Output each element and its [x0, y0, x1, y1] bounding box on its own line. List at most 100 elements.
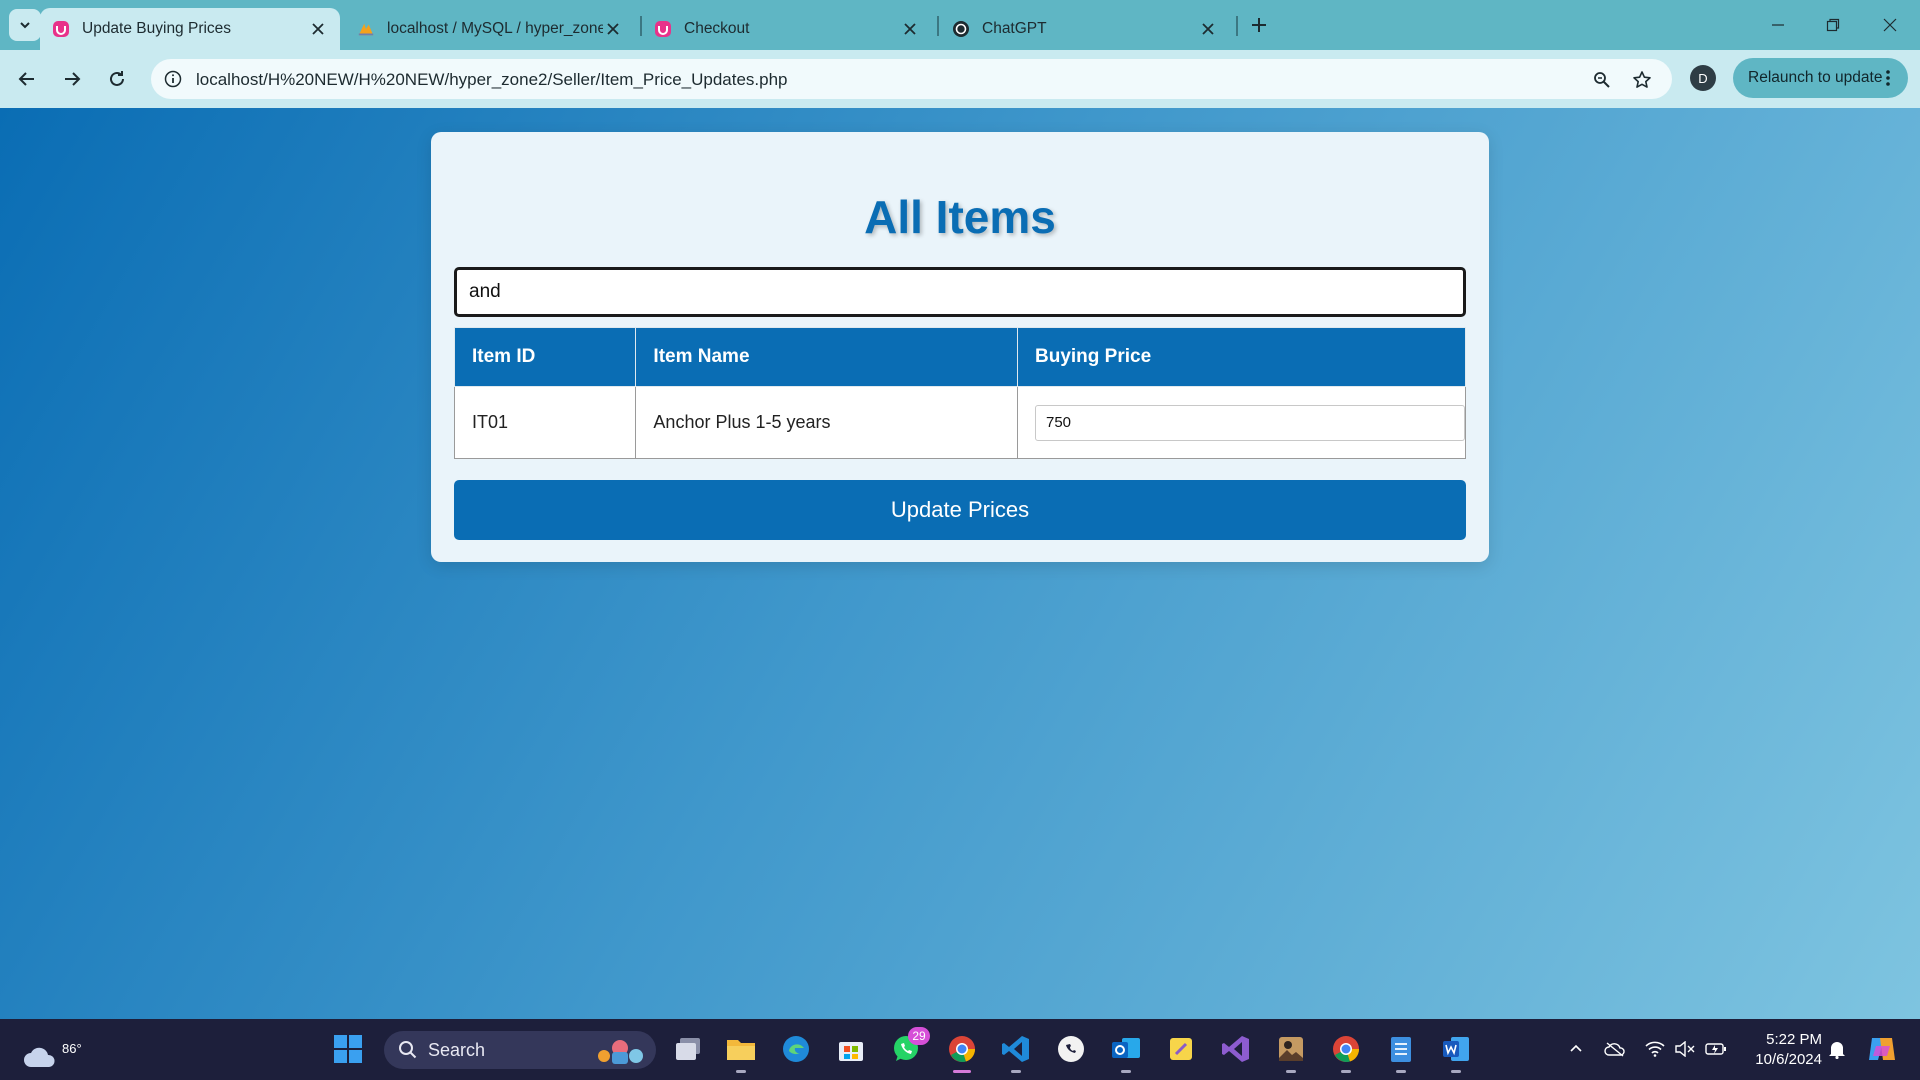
photos-app-button[interactable]	[1273, 1031, 1309, 1073]
running-indicator	[1286, 1070, 1296, 1073]
cloud-weather-icon	[24, 1047, 55, 1067]
chrome-icon	[949, 1036, 976, 1062]
folder-icon	[727, 1040, 755, 1060]
site-favicon-icon	[654, 20, 672, 38]
restore-icon	[1826, 18, 1840, 32]
tab-chatgpt[interactable]: ChatGPT	[940, 8, 1230, 50]
system-clock[interactable]: 5:22 PM 10/6/2024	[1742, 1030, 1822, 1070]
bell-icon	[1829, 1042, 1845, 1059]
chevron-down-icon	[20, 22, 30, 29]
close-icon[interactable]	[603, 19, 623, 39]
relaunch-update-button[interactable]: Relaunch to update	[1733, 58, 1908, 98]
minimize-icon	[1772, 24, 1784, 26]
show-hidden-icons-button[interactable]	[1562, 1035, 1590, 1063]
weather-widget[interactable]: 86°	[22, 1029, 82, 1073]
outlook-button[interactable]	[1108, 1031, 1144, 1073]
tab-checkout[interactable]: Checkout	[642, 8, 932, 50]
chrome-button[interactable]	[944, 1031, 980, 1073]
edge-button[interactable]	[778, 1031, 814, 1067]
tab-title: Update Buying Prices	[82, 20, 232, 37]
battery-tray-icon[interactable]	[1702, 1035, 1730, 1063]
search-input[interactable]	[454, 267, 1466, 317]
close-icon	[1883, 18, 1897, 32]
chatgpt-favicon-icon	[952, 20, 970, 38]
sticky-notes-button[interactable]	[1163, 1031, 1199, 1067]
chrome-profile-button[interactable]	[1328, 1031, 1364, 1073]
minimize-button[interactable]	[1758, 8, 1798, 42]
reload-button[interactable]	[100, 62, 134, 96]
whatsapp-button[interactable]: 29	[888, 1027, 930, 1067]
windows-logo-icon	[334, 1035, 362, 1063]
close-icon[interactable]	[308, 19, 328, 39]
tab-update-buying-prices[interactable]: Update Buying Prices	[40, 8, 340, 50]
running-indicator	[1011, 1070, 1021, 1073]
volume-tray-icon[interactable]	[1671, 1035, 1699, 1063]
wifi-tray-icon[interactable]	[1641, 1035, 1669, 1063]
update-prices-button[interactable]: Update Prices	[454, 480, 1466, 540]
clock-time: 5:22 PM	[1766, 1031, 1822, 1048]
site-info-icon[interactable]	[161, 67, 185, 91]
photo-app-icon	[1279, 1037, 1303, 1061]
running-indicator	[1451, 1070, 1461, 1073]
forward-button[interactable]	[55, 62, 89, 96]
vscode-icon	[1002, 1036, 1029, 1062]
page-background: All Items Item ID Item Name Buying Price…	[0, 108, 1920, 1019]
file-explorer-button[interactable]	[723, 1031, 759, 1073]
search-highlight-icon	[598, 1040, 643, 1064]
arrow-right-icon	[65, 72, 81, 86]
tab-separator	[1236, 16, 1238, 36]
close-icon[interactable]	[900, 19, 920, 39]
browser-toolbar: localhost/H%20NEW/H%20NEW/hyper_zone2/Se…	[0, 50, 1920, 108]
profile-avatar[interactable]: D	[1690, 65, 1716, 91]
reload-icon	[110, 71, 124, 86]
notepad-button[interactable]	[1383, 1031, 1419, 1073]
windows-taskbar: 86° Search 29 5:22 PM 10/6/2024	[0, 1019, 1920, 1080]
notification-badge: 29	[908, 1027, 930, 1045]
tab-title: localhost / MySQL / hyper_zone	[387, 20, 603, 37]
tab-phpmyadmin[interactable]: localhost / MySQL / hyper_zone	[345, 8, 635, 50]
buying-price-input[interactable]	[1035, 404, 1465, 441]
site-favicon-icon	[52, 20, 70, 38]
column-header-buying-price: Buying Price	[1017, 327, 1466, 387]
task-view-button[interactable]	[670, 1031, 706, 1067]
back-button[interactable]	[10, 62, 44, 96]
more-vertical-icon[interactable]	[1878, 68, 1898, 88]
new-tab-button[interactable]	[1245, 11, 1273, 39]
zoom-icon[interactable]	[1589, 67, 1615, 93]
running-indicator	[1341, 1070, 1351, 1073]
clock-date: 10/6/2024	[1755, 1051, 1822, 1068]
word-button[interactable]	[1438, 1031, 1474, 1073]
weather-temperature: 86°	[62, 1041, 82, 1056]
plus-icon	[1252, 18, 1266, 32]
wifi-icon	[1645, 1041, 1665, 1057]
battery-charging-icon	[1705, 1043, 1726, 1055]
running-indicator	[736, 1070, 746, 1073]
items-card: All Items Item ID Item Name Buying Price…	[431, 132, 1489, 562]
vscode-button[interactable]	[998, 1031, 1034, 1073]
chrome-icon	[1333, 1036, 1360, 1062]
tab-search-button[interactable]	[9, 9, 41, 41]
table-header-row: Item ID Item Name Buying Price	[453, 327, 1466, 387]
item-name-cell: Anchor Plus 1-5 years	[635, 386, 1018, 459]
running-indicator	[1121, 1070, 1131, 1073]
start-button[interactable]	[330, 1031, 366, 1067]
tab-title: ChatGPT	[982, 20, 1047, 37]
microsoft-store-button[interactable]	[833, 1031, 869, 1067]
address-bar[interactable]: localhost/H%20NEW/H%20NEW/hyper_zone2/Se…	[151, 59, 1672, 99]
edge-browser-icon	[783, 1036, 809, 1062]
outlook-icon	[1112, 1038, 1140, 1058]
notifications-button[interactable]	[1823, 1035, 1851, 1063]
restore-button[interactable]	[1813, 8, 1853, 42]
browser-tab-bar: Update Buying Prices localhost / MySQL /…	[0, 0, 1920, 50]
visual-studio-button[interactable]	[1218, 1031, 1254, 1067]
whatsapp-desktop-button[interactable]	[1053, 1031, 1089, 1067]
relaunch-label: Relaunch to update	[1748, 69, 1883, 86]
close-icon[interactable]	[1198, 19, 1218, 39]
onedrive-tray-icon[interactable]	[1601, 1035, 1629, 1063]
bookmark-star-icon[interactable]	[1629, 67, 1655, 93]
taskbar-search-box[interactable]: Search	[384, 1031, 656, 1069]
close-window-button[interactable]	[1870, 8, 1910, 42]
store-icon	[839, 1042, 863, 1061]
copilot-button[interactable]	[1864, 1031, 1900, 1067]
page-title: All Items	[864, 191, 1056, 243]
